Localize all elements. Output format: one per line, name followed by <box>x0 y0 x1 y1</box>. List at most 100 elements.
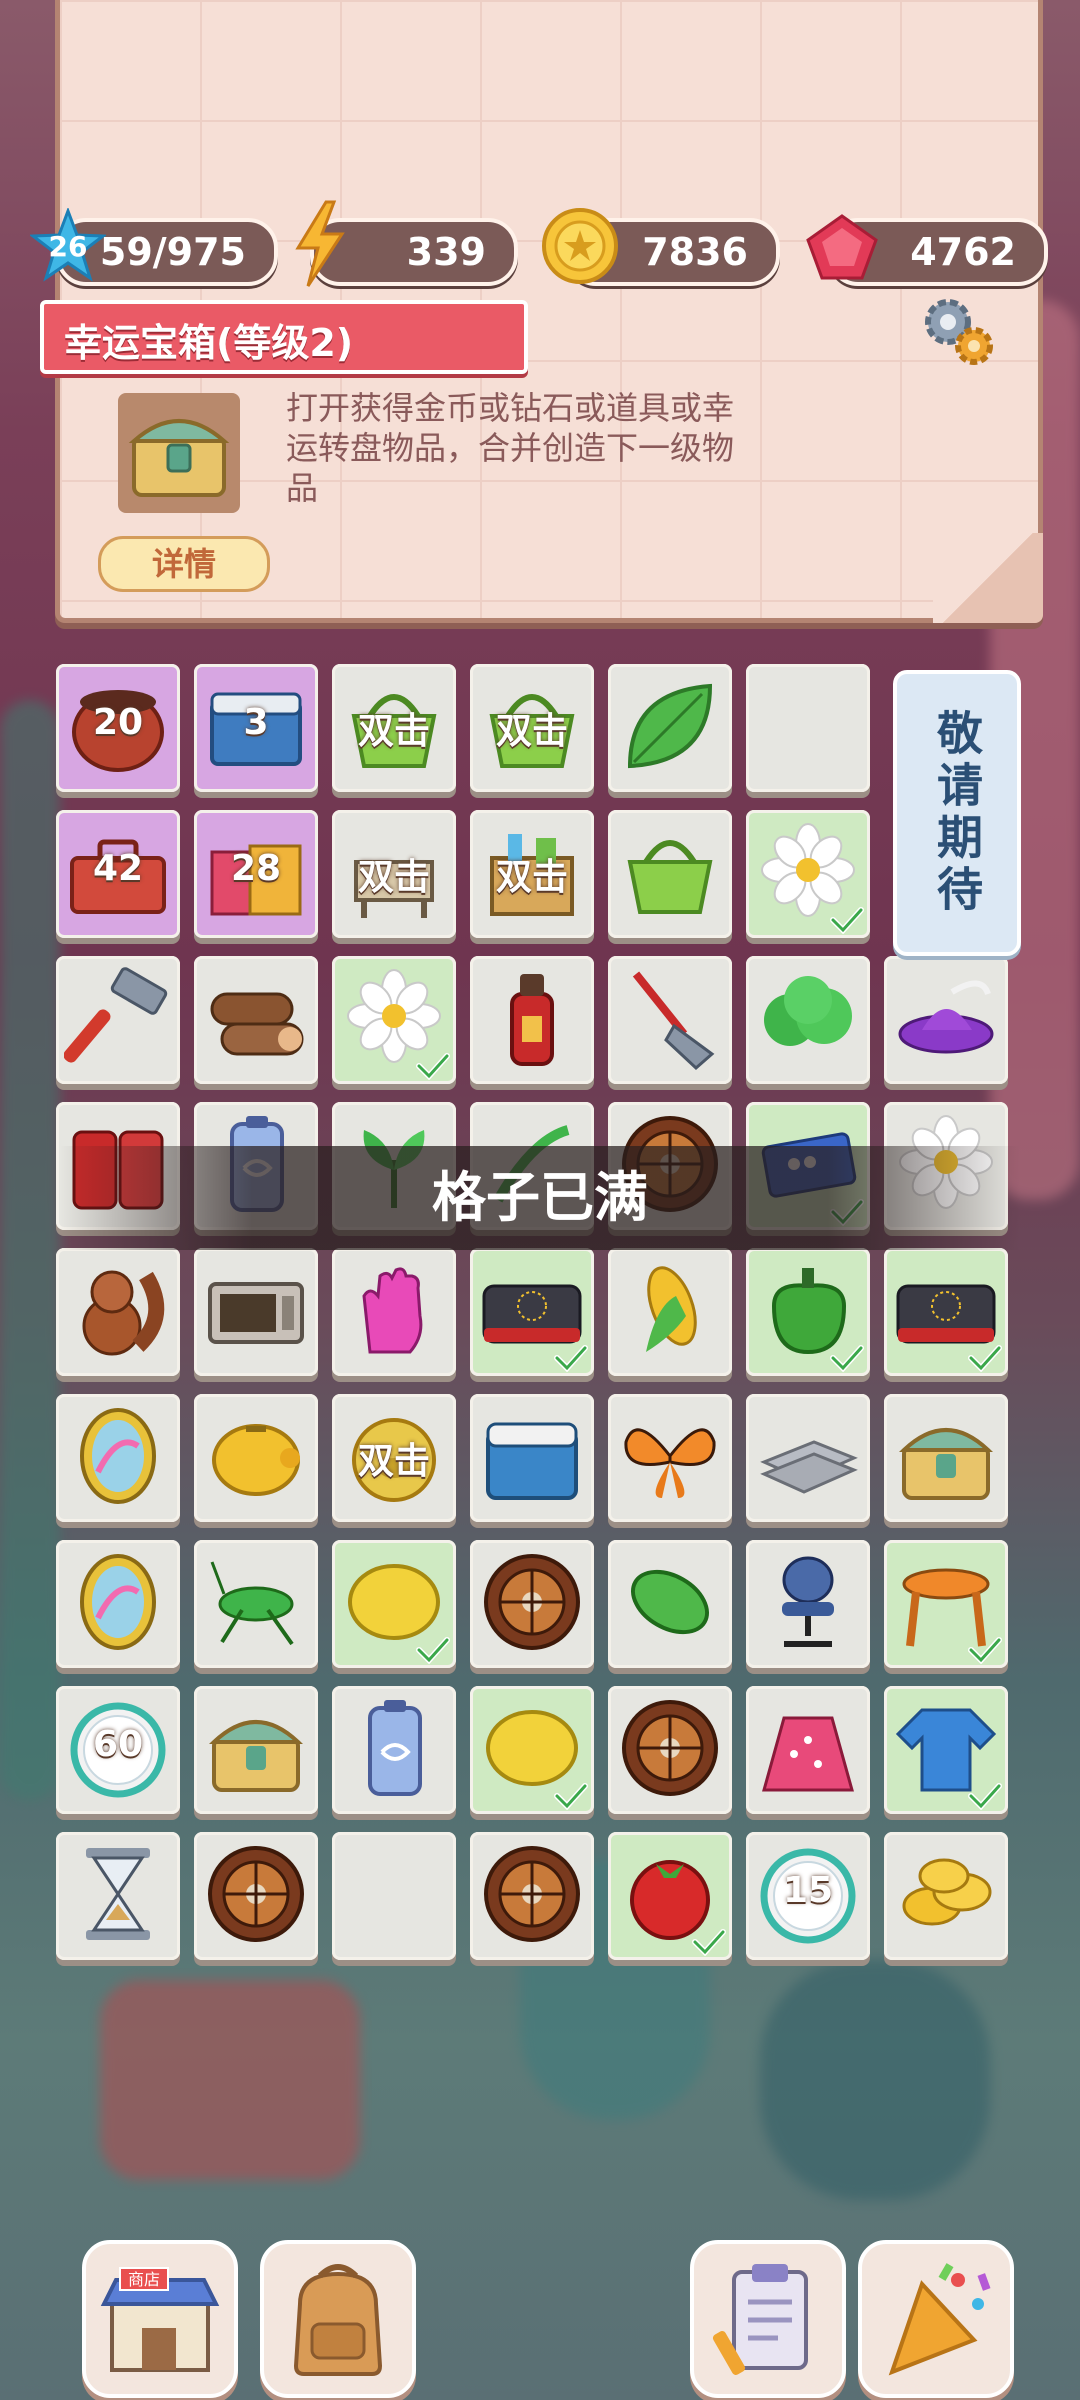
board-cell[interactable] <box>746 956 870 1084</box>
lightning-icon[interactable] <box>290 200 350 288</box>
board-cell[interactable]: 双击 <box>332 664 456 792</box>
board-cell[interactable] <box>332 1686 456 1814</box>
checkmark-icon <box>830 1344 864 1373</box>
board-cell[interactable] <box>56 1832 180 1960</box>
board-cell[interactable] <box>884 1248 1008 1376</box>
board-cell[interactable] <box>470 1832 594 1960</box>
board-cell[interactable] <box>746 1540 870 1668</box>
item-count-badge: 15 <box>782 1870 834 1911</box>
board-cell[interactable] <box>608 1394 732 1522</box>
settings-gear-icon[interactable] <box>918 292 998 372</box>
board-cell[interactable] <box>470 1394 594 1522</box>
board-cell[interactable] <box>746 810 870 938</box>
hourglass-icon <box>64 1840 172 1948</box>
board-cell[interactable] <box>608 956 732 1084</box>
tasks-button[interactable] <box>690 2240 846 2398</box>
board-cell[interactable] <box>56 1248 180 1376</box>
board-cell[interactable] <box>194 1540 318 1668</box>
item-count-badge: 双击 <box>357 1441 430 1482</box>
board-cell[interactable] <box>884 1832 1008 1960</box>
board-cell[interactable] <box>746 1248 870 1376</box>
board-cell[interactable] <box>332 1832 456 1960</box>
gem-value: 4762 <box>910 230 1016 274</box>
board-cell[interactable] <box>608 1540 732 1668</box>
board-cell[interactable] <box>608 810 732 938</box>
board-cell[interactable]: 28 <box>194 810 318 938</box>
level-value: 26 <box>48 230 88 263</box>
board-cell[interactable] <box>194 1248 318 1376</box>
bottle-icon <box>478 964 586 1072</box>
item-title-banner: 幸运宝箱(等级2) <box>40 300 528 374</box>
board-cell[interactable]: 双击 <box>332 1394 456 1522</box>
board-cell[interactable]: 双击 <box>332 810 456 938</box>
coin-icon[interactable] <box>540 206 620 286</box>
board-cell[interactable] <box>194 956 318 1084</box>
board-cell[interactable] <box>470 1686 594 1814</box>
board-cell[interactable]: 双击 <box>470 810 594 938</box>
board-cell[interactable] <box>608 1832 732 1960</box>
board-cell[interactable] <box>746 664 870 792</box>
shop-sign: 商店 <box>128 2270 160 2289</box>
item-title: 幸运宝箱(等级2) <box>64 321 354 365</box>
board-cell[interactable]: 60 <box>56 1686 180 1814</box>
chest-icon <box>118 393 240 513</box>
board-cell[interactable] <box>470 1540 594 1668</box>
corn-icon <box>616 1256 724 1364</box>
board-cell[interactable] <box>608 1248 732 1376</box>
board-cell[interactable] <box>746 1686 870 1814</box>
mirror-icon <box>64 1402 172 1510</box>
item-count-badge: 3 <box>243 702 269 743</box>
details-button[interactable]: 详情 <box>98 536 270 592</box>
board-cell[interactable] <box>884 1394 1008 1522</box>
board-cell[interactable] <box>884 956 1008 1084</box>
page-curl <box>933 533 1043 623</box>
checkmark-icon <box>968 1344 1002 1373</box>
roulette-icon <box>616 1694 724 1802</box>
board-cell[interactable]: 3 <box>194 664 318 792</box>
party-popper-icon <box>888 2263 991 2376</box>
board-cell[interactable]: 15 <box>746 1832 870 1960</box>
checkmark-icon <box>554 1782 588 1811</box>
board-cell[interactable] <box>194 1832 318 1960</box>
coming-soon-panel: 敬请期待 <box>893 670 1021 956</box>
board-cell[interactable]: 双击 <box>470 664 594 792</box>
shop-button[interactable]: 商店 <box>82 2240 238 2398</box>
board-cell[interactable] <box>608 664 732 792</box>
squirrel-icon <box>64 1256 172 1364</box>
board-cell[interactable] <box>332 1540 456 1668</box>
board-cell[interactable]: 42 <box>56 810 180 938</box>
board-cell[interactable] <box>884 1686 1008 1814</box>
butterfly-icon <box>616 1402 724 1510</box>
mirror-icon <box>64 1548 172 1656</box>
board-cell[interactable] <box>194 1394 318 1522</box>
background-decoration <box>100 1980 360 2180</box>
checkmark-icon <box>830 906 864 935</box>
board-full-toast: 格子已满 <box>60 1146 1020 1250</box>
board-cell[interactable] <box>608 1686 732 1814</box>
ruby-icon[interactable] <box>804 212 880 282</box>
board-cell[interactable] <box>746 1394 870 1522</box>
microwave-icon <box>202 1256 310 1364</box>
chest-icon <box>202 1694 310 1802</box>
board-cell[interactable] <box>56 1394 180 1522</box>
board-cell[interactable]: 20 <box>56 664 180 792</box>
background-decoration <box>760 1960 990 2200</box>
item-count-badge: 双击 <box>357 857 430 898</box>
board-cell[interactable] <box>884 1540 1008 1668</box>
item-count-badge: 20 <box>92 702 144 743</box>
board-cell[interactable] <box>470 956 594 1084</box>
backpack-button[interactable] <box>260 2240 416 2398</box>
board-cell[interactable] <box>332 956 456 1084</box>
party-button[interactable] <box>858 2240 1014 2398</box>
coin-value: 7836 <box>642 230 748 274</box>
chair-icon <box>754 1548 862 1656</box>
board-cell[interactable] <box>470 1248 594 1376</box>
board-cell[interactable] <box>332 1248 456 1376</box>
item-description: 打开获得金币或钻石或道具或幸运转盘物品，合并创造下一级物品 <box>286 389 735 507</box>
board-cell[interactable] <box>194 1686 318 1814</box>
checkmark-icon <box>416 1636 450 1665</box>
coins-icon <box>892 1840 1000 1948</box>
board-cell[interactable] <box>56 956 180 1084</box>
board-cell[interactable] <box>56 1540 180 1668</box>
purple-hat-icon <box>892 964 1000 1072</box>
